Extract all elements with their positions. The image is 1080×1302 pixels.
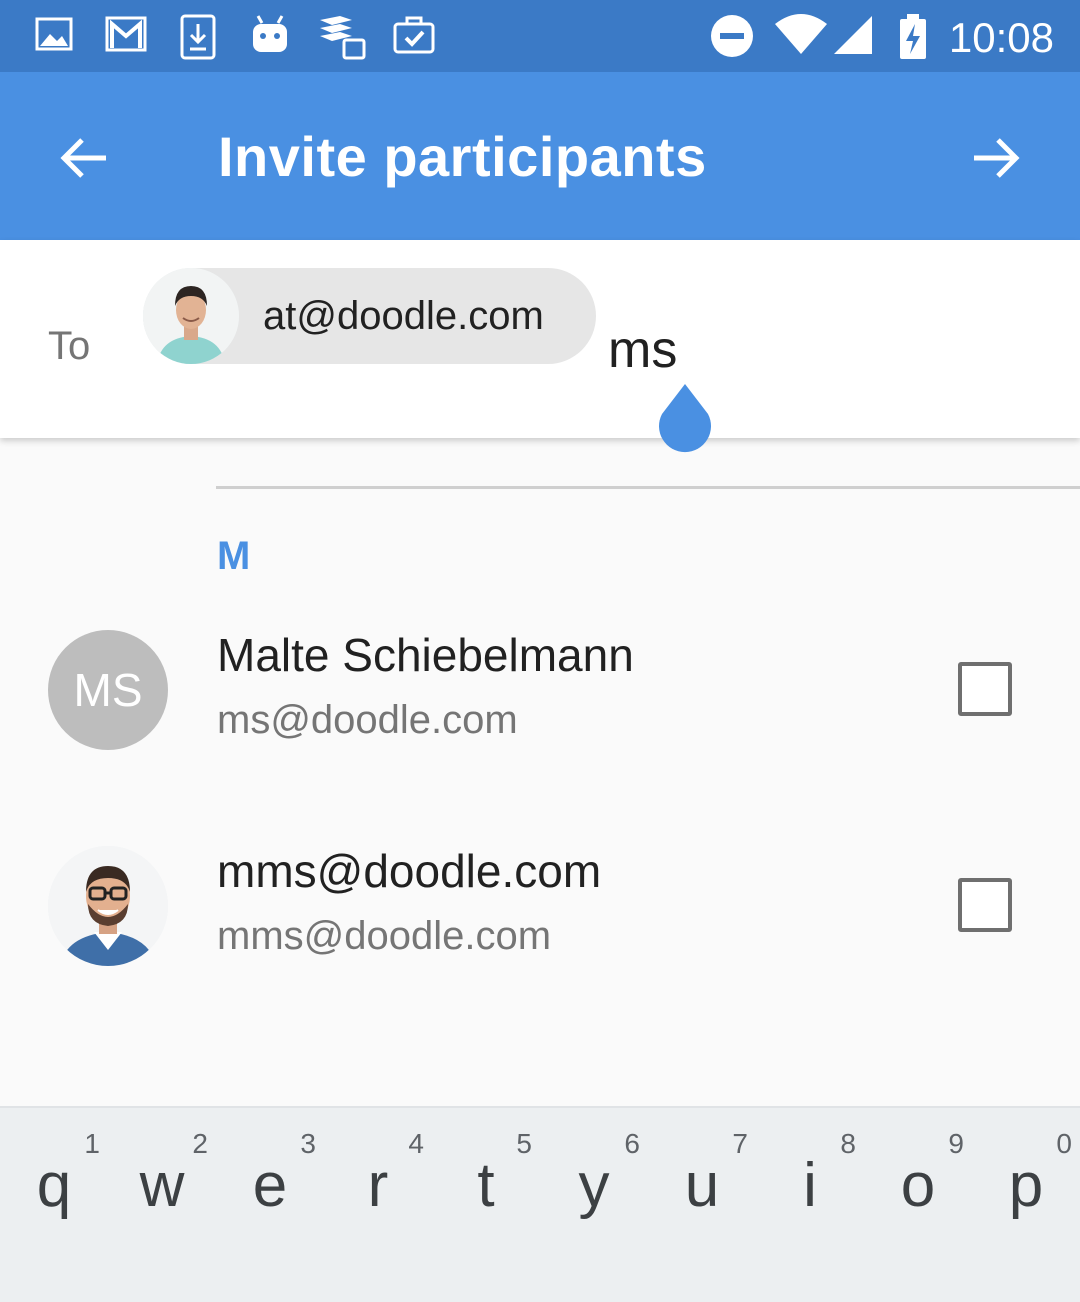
recipient-chip[interactable]: at@doodle.com (143, 268, 596, 364)
chip-avatar (143, 268, 239, 364)
key-i[interactable]: 8i (756, 1108, 864, 1302)
key-letter: w (139, 1151, 185, 1220)
key-t[interactable]: 5t (432, 1108, 540, 1302)
avatar (48, 846, 168, 966)
recipients-field[interactable]: To at@doodle.com ms (0, 240, 1080, 453)
soft-keyboard: 1q 2w 3e 4r 5t 6y 7u 8i 9o 0p (0, 1106, 1080, 1302)
signal-icon (834, 16, 872, 54)
key-letter: t (477, 1151, 495, 1220)
key-letter: o (900, 1151, 936, 1220)
key-letter: q (36, 1151, 72, 1220)
briefcase-check-icon (393, 16, 435, 54)
android-icon (253, 15, 287, 52)
key-letter: u (684, 1151, 720, 1220)
todoist-icon (320, 16, 366, 60)
chip-email: at@doodle.com (263, 294, 544, 338)
key-letter: e (252, 1151, 288, 1220)
download-icon (180, 14, 216, 60)
section-header: M (217, 534, 251, 578)
status-bar: 10:08 (0, 0, 1080, 72)
key-y[interactable]: 6y (540, 1108, 648, 1302)
page-title: Invite participants (218, 125, 707, 188)
contact-checkbox[interactable] (958, 662, 1012, 716)
arrow-left-icon[interactable] (56, 130, 112, 186)
recipient-input[interactable]: ms (608, 320, 677, 380)
contact-checkbox[interactable] (958, 878, 1012, 932)
key-w[interactable]: 2w (108, 1108, 216, 1302)
wifi-icon (775, 14, 827, 54)
key-letter: y (578, 1151, 610, 1220)
contact-row[interactable]: MS Malte Schiebelmann ms@doodle.com (0, 590, 1080, 790)
contact-email: mms@doodle.com (217, 914, 552, 958)
key-o[interactable]: 9o (864, 1108, 972, 1302)
status-time: 10:08 (948, 14, 1054, 61)
do-not-disturb-icon (711, 15, 753, 57)
text-cursor-handle[interactable] (654, 382, 716, 456)
arrow-right-icon[interactable] (968, 130, 1024, 186)
to-label: To (48, 324, 91, 368)
battery-charging-icon (900, 14, 926, 59)
avatar: MS (48, 630, 168, 750)
divider (216, 486, 1080, 489)
contact-name: mms@doodle.com (217, 845, 602, 897)
contact-email: ms@doodle.com (217, 698, 518, 742)
key-letter: i (803, 1151, 817, 1220)
key-u[interactable]: 7u (648, 1108, 756, 1302)
contact-name: Malte Schiebelmann (217, 629, 634, 681)
key-p[interactable]: 0p (972, 1108, 1080, 1302)
key-r[interactable]: 4r (324, 1108, 432, 1302)
image-icon (35, 17, 73, 51)
contact-row[interactable]: mms@doodle.com mms@doodle.com (0, 806, 1080, 1006)
key-q[interactable]: 1q (0, 1108, 108, 1302)
gmail-icon (105, 16, 147, 52)
key-letter: r (367, 1151, 389, 1220)
app-bar: Invite participants (0, 72, 1080, 240)
key-letter: p (1008, 1151, 1044, 1220)
key-e[interactable]: 3e (216, 1108, 324, 1302)
